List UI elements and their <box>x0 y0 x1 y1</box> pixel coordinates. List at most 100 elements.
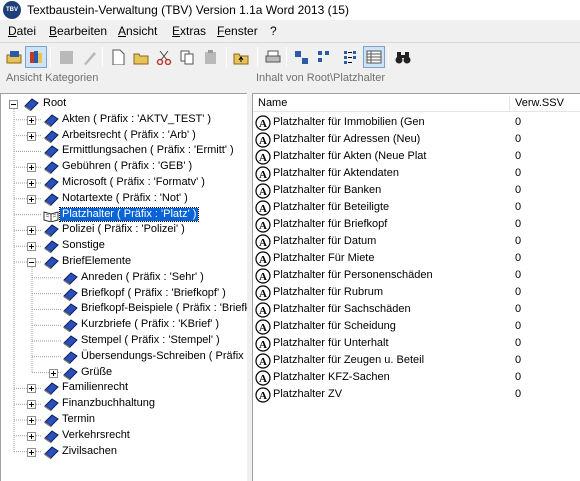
expand-icon[interactable] <box>27 431 36 441</box>
tree-node[interactable]: Ermittlungsachen ( Präfix : 'Ermitt' ) <box>1 143 247 159</box>
smalls-view-icon-button[interactable] <box>313 46 335 68</box>
tree-node[interactable]: Übersendungs-Schreiben ( Präfix : <box>1 349 247 365</box>
tree-node[interactable]: Briefkopf ( Präfix : 'Briefkopf' ) <box>1 286 247 302</box>
svg-text:A: A <box>259 220 267 232</box>
expand-icon[interactable] <box>27 242 36 252</box>
expand-icon[interactable] <box>27 447 36 457</box>
list-item[interactable]: A Platzhalter für Aktendaten 0 <box>253 165 580 182</box>
book-icon <box>43 239 59 254</box>
print-button[interactable] <box>262 46 284 68</box>
tree-node[interactable]: Stempel ( Präfix : 'Stempel' ) <box>1 333 247 349</box>
expand-icon[interactable] <box>27 416 36 425</box>
tree-node[interactable]: Sonstige <box>1 238 247 254</box>
svg-text:A: A <box>259 373 267 385</box>
list-item[interactable]: A Platzhalter für Zeugen u. Beteil 0 <box>253 352 580 369</box>
menu-ansicht[interactable]: Ansicht <box>118 24 157 38</box>
list-item[interactable]: A Platzhalter ZV 0 <box>253 386 580 403</box>
tree-node-label: Briefkopf-Beispiele ( Präfix : 'Briefk <box>81 302 247 315</box>
cut-button[interactable] <box>153 46 175 68</box>
menu-bearbeiten[interactable]: Bearbeiten <box>49 24 107 38</box>
details-view-button[interactable] <box>363 46 385 68</box>
list-item[interactable]: A Platzhalter Für Miete 0 <box>253 250 580 267</box>
tree-node[interactable]: BriefElemente <box>1 254 247 270</box>
list-item[interactable]: A Platzhalter für Rubrum 0 <box>253 284 580 301</box>
folder-open-book-button[interactable] <box>3 46 25 68</box>
expand-icon[interactable] <box>27 226 36 236</box>
book-icon <box>62 350 78 365</box>
tree-node-label: Kurzbriefe ( Präfix : 'KBrief' ) <box>81 318 220 331</box>
tree-node[interactable]: Termin <box>1 412 247 428</box>
svg-text:A: A <box>259 169 267 181</box>
larges-view-icon-button[interactable] <box>290 46 312 68</box>
expand-icon[interactable] <box>27 179 36 188</box>
svg-text:A: A <box>259 203 267 215</box>
tree-node[interactable]: Arbeitsrecht ( Präfix : 'Arb' ) <box>1 128 247 144</box>
toolbar-separator <box>226 47 227 67</box>
expand-icon[interactable] <box>27 163 36 173</box>
tree-node-label: Briefkopf ( Präfix : 'Briefkopf' ) <box>81 286 226 299</box>
up-level-button[interactable] <box>230 46 252 68</box>
list-item[interactable]: A Platzhalter für Beteiligte 0 <box>253 199 580 216</box>
menu-help[interactable]: ? <box>270 24 277 38</box>
menu-datei[interactable]: Datei <box>8 24 36 38</box>
tree-node[interactable]: Zivilsachen <box>1 444 247 460</box>
text-module-icon: A <box>255 166 271 182</box>
text-module-icon: A <box>255 370 271 386</box>
tree-node[interactable]: Microsoft ( Präfix : 'Formatv' ) <box>1 175 247 191</box>
expand-icon[interactable] <box>27 194 36 204</box>
list-view-button[interactable] <box>340 46 362 68</box>
new-document-button[interactable] <box>107 46 129 68</box>
expand-icon[interactable] <box>27 400 36 410</box>
list-item[interactable]: A Platzhalter für Adressen (Neu) 0 <box>253 131 580 148</box>
content-list[interactable]: Name Verw.SSV A Platzhalter für Immobilie… <box>252 93 580 481</box>
tree-node[interactable]: Grüße <box>1 365 247 381</box>
tree-node[interactable]: Finanzbuchhaltung <box>1 396 247 412</box>
list-item-name: Platzhalter ZV <box>273 388 343 400</box>
book-icon <box>43 160 59 175</box>
expand-icon[interactable] <box>49 368 58 378</box>
tree-node[interactable]: Gebühren ( Präfix : 'GEB' ) <box>1 159 247 175</box>
tree-node[interactable]: Notartexte ( Präfix : 'Not' ) <box>1 191 247 207</box>
binoculars-button[interactable] <box>392 46 414 68</box>
list-item[interactable]: A Platzhalter für Banken 0 <box>253 182 580 199</box>
list-item-name: Platzhalter für Banken <box>273 184 382 196</box>
tree-node[interactable]: Root <box>1 96 247 112</box>
menu-fenster[interactable]: Fenster <box>217 24 258 38</box>
list-item[interactable]: A Platzhalter für Scheidung 0 <box>253 318 580 335</box>
list-item[interactable]: A Platzhalter für Unterhalt 0 <box>253 335 580 352</box>
list-item[interactable]: A Platzhalter für Datum 0 <box>253 233 580 250</box>
right-pane-header: Inhalt von Root\Platzhalter <box>256 72 386 84</box>
copy-button[interactable] <box>176 46 198 68</box>
category-tree[interactable]: Root Akten ( Präfix : 'AKTV_TEST' ) Arbeit… <box>0 93 247 481</box>
tree-node[interactable]: Familienrecht <box>1 380 247 396</box>
list-item-verw-ssv: 0 <box>515 337 522 349</box>
expand-icon[interactable] <box>27 115 36 125</box>
column-header-verw-ssv[interactable]: Verw.SSV <box>510 96 580 112</box>
menu-extras[interactable]: Extras <box>172 24 206 38</box>
list-item[interactable]: A Platzhalter für Akten (Neue Plat 0 <box>253 148 580 165</box>
list-item[interactable]: A Platzhalter für Immobilien (Gen 0 <box>253 114 580 131</box>
list-item[interactable]: A Platzhalter für Personenschäden 0 <box>253 267 580 284</box>
list-item[interactable]: A Platzhalter für Sachschäden 0 <box>253 301 580 318</box>
column-header-name[interactable]: Name <box>253 96 510 112</box>
tree-node[interactable]: Akten ( Präfix : 'AKTV_TEST' ) <box>1 112 247 128</box>
collapse-icon[interactable] <box>27 258 36 267</box>
svg-text:A: A <box>259 135 267 147</box>
expand-icon[interactable] <box>27 384 36 394</box>
tree-node[interactable]: Anreden ( Präfix : 'Sehr' ) <box>1 270 247 286</box>
tree-node[interactable]: Briefkopf-Beispiele ( Präfix : 'Briefk <box>1 301 247 317</box>
tree-node[interactable]: Platzhalter ( Präfix : 'Platz' ) <box>1 206 247 223</box>
open-folder-button[interactable] <box>130 46 152 68</box>
toolbar-separator <box>257 47 258 67</box>
tree-node[interactable]: Kurzbriefe ( Präfix : 'KBrief' ) <box>1 317 247 333</box>
list-item[interactable]: A Platzhalter KFZ-Sachen 0 <box>253 369 580 386</box>
collapse-icon[interactable] <box>9 100 18 109</box>
expand-icon[interactable] <box>27 131 36 141</box>
list-item-name: Platzhalter für Immobilien (Gen <box>273 116 425 128</box>
tree-node-label: Übersendungs-Schreiben ( Präfix : <box>81 349 247 362</box>
tree-node[interactable]: Polizei ( Präfix : 'Polizei' ) <box>1 222 247 238</box>
book-icon <box>62 366 78 381</box>
books-button[interactable] <box>25 46 47 68</box>
tree-node[interactable]: Verkehrsrecht <box>1 428 247 444</box>
list-item[interactable]: A Platzhalter für Briefkopf 0 <box>253 216 580 233</box>
